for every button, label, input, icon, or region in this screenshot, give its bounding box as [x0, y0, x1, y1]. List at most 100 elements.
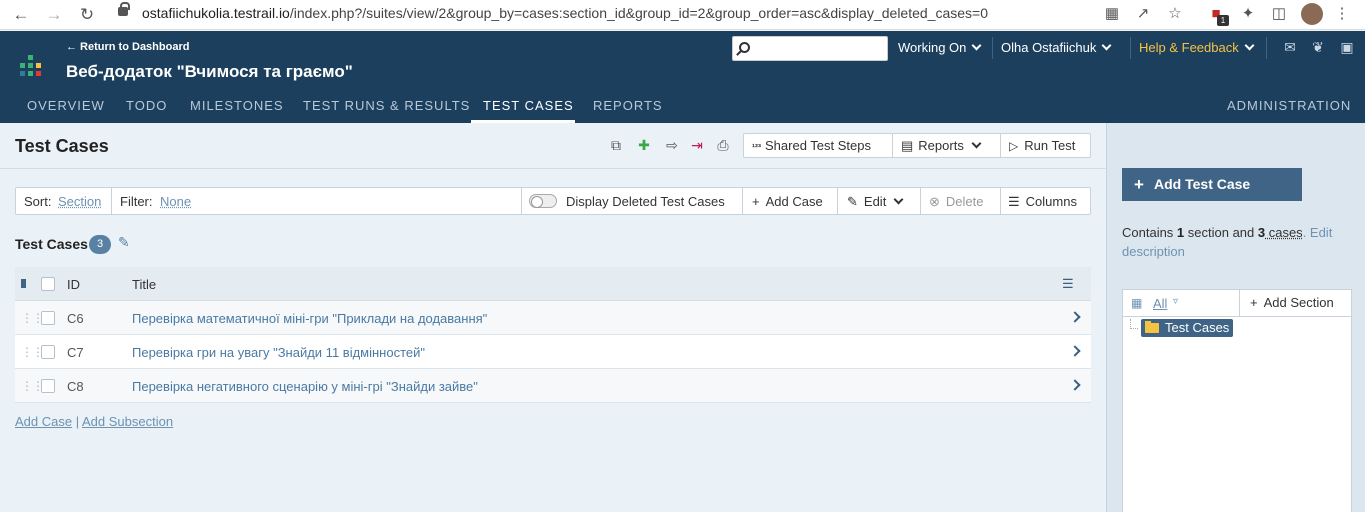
avatar[interactable] [1301, 3, 1323, 25]
mail-icon[interactable]: ✉ [1281, 39, 1299, 55]
add-test-case-button[interactable]: + Add Test Case [1122, 168, 1302, 201]
row-checkbox[interactable] [41, 345, 55, 359]
tab-overview[interactable]: OVERVIEW [27, 98, 105, 113]
return-to-dashboard-link[interactable]: ← Return to Dashboard [66, 41, 189, 53]
case-count-badge: 3 [89, 235, 111, 254]
plus-icon: + [1134, 175, 1144, 194]
filter-value-link[interactable]: None [160, 194, 191, 209]
table-header: ID Title ☰ [15, 267, 1091, 301]
columns-icon: ☰ [1008, 194, 1020, 209]
export-pink-icon[interactable]: ⇥ [688, 137, 706, 154]
tab-administration[interactable]: ADMINISTRATION [1227, 98, 1351, 113]
table-row[interactable]: ⋮⋮ C7 Перевірка гри на увагу "Знайди 11 … [15, 335, 1091, 369]
table-row[interactable]: ⋮⋮ C6 Перевірка математичної міні-гри "П… [15, 301, 1091, 335]
table-row[interactable]: ⋮⋮ C8 Перевірка негативного сценарію у м… [15, 369, 1091, 403]
drag-handle-icon[interactable]: ⋮⋮ [21, 311, 44, 325]
tree-folder-test-cases[interactable]: Test Cases [1141, 319, 1234, 337]
search-input[interactable] [732, 36, 888, 61]
case-title-link[interactable]: Перевірка гри на увагу "Знайди 11 відмін… [132, 345, 425, 360]
linkedin-icon[interactable]: ▣ [1338, 39, 1356, 55]
more-menu-icon[interactable]: ⋮ [1333, 5, 1351, 23]
testrail-logo-icon[interactable] [20, 55, 44, 79]
add-case-button[interactable]: + Add Case [752, 194, 823, 209]
sort-label: Sort: [24, 194, 52, 209]
tab-milestones[interactable]: MILESTONES [190, 98, 284, 113]
url-host: ostafiichukolia.testrail.io [142, 5, 290, 21]
add-section-label: Add Section [1263, 295, 1334, 310]
plus-icon: + [752, 194, 760, 209]
tree-filter-all[interactable]: All [1153, 296, 1167, 311]
working-on-label: Working On [898, 40, 967, 55]
columns-label: Columns [1025, 194, 1077, 209]
tab-todo[interactable]: TODO [126, 98, 167, 113]
delete-circle-icon: ⊗ [929, 194, 940, 209]
row-checkbox[interactable] [41, 379, 55, 393]
tab-reports[interactable]: REPORTS [593, 98, 663, 113]
play-circle-icon: ▷ [1009, 139, 1019, 153]
user-name-label: Olha Ostafiichuk [1001, 40, 1097, 55]
edit-section-pencil-icon[interactable]: ✎ [118, 234, 130, 251]
help-feedback-menu[interactable]: Help & Feedback [1139, 40, 1255, 55]
action-button-group: ¹²³ Shared Test Steps ▤ Reports ▷ Run Test [743, 133, 1091, 158]
add-section-button[interactable]: + Add Section [1250, 295, 1334, 310]
chevron-right-icon[interactable] [1069, 345, 1081, 357]
columns-button[interactable]: ☰ Columns [1008, 194, 1077, 210]
run-test-button[interactable]: ▷ Run Test [1001, 134, 1091, 157]
chevron-right-icon[interactable] [1069, 311, 1081, 323]
sort-value-link[interactable]: Section [58, 194, 101, 209]
bookmark-star-icon[interactable]: ☆ [1166, 5, 1184, 23]
display-deleted-toggle[interactable] [529, 194, 557, 208]
bottom-actions: Add Case | Add Subsection [15, 414, 173, 429]
section-tree: ▦ All ▿ + Add Section Test Cases [1122, 289, 1352, 512]
row-checkbox[interactable] [41, 311, 55, 325]
select-all-checkbox[interactable] [41, 277, 55, 291]
filter-label: Filter: [120, 194, 153, 209]
tab-test-runs[interactable]: TEST RUNS & RESULTS [303, 98, 470, 113]
delete-button[interactable]: ⊗ Delete [929, 194, 983, 210]
add-subsection-link[interactable]: Add Subsection [82, 414, 173, 429]
print-icon[interactable]: ⎙ [714, 137, 732, 154]
reload-icon[interactable]: ↻ [76, 4, 98, 26]
column-header-title[interactable]: Title [132, 277, 156, 292]
case-title-link[interactable]: Перевірка математичної міні-гри "Приклад… [132, 311, 487, 326]
share-icon[interactable]: ↗ [1134, 5, 1152, 23]
tab-test-cases[interactable]: TEST CASES [483, 98, 574, 113]
sidepanel-icon[interactable]: ◫ [1270, 5, 1288, 23]
case-toolbar: Sort: Section Filter: None Display Delet… [15, 187, 1091, 215]
edit-button[interactable]: ✎ Edit [847, 194, 904, 210]
plus-icon: + [1250, 295, 1258, 310]
url-path: /index.php?/suites/view/2&group_by=cases… [289, 5, 988, 21]
drag-handle-icon[interactable]: ⋮⋮ [21, 345, 44, 359]
add-case-link[interactable]: Add Case [15, 414, 72, 429]
import-icon[interactable]: ✚ [635, 137, 653, 154]
triangle-down-icon[interactable]: ▿ [1173, 296, 1178, 307]
case-id: C7 [67, 345, 84, 360]
address-bar[interactable]: ostafiichukolia.testrail.io/index.php?/s… [142, 5, 988, 21]
drag-handle-icon[interactable]: ⋮⋮ [21, 379, 44, 393]
back-arrow-icon[interactable]: ← [10, 4, 32, 26]
translate-icon[interactable]: ▦ [1103, 5, 1121, 23]
chevron-right-icon[interactable] [1069, 379, 1081, 391]
reports-button[interactable]: ▤ Reports [893, 134, 999, 157]
sections-word: section and [1184, 225, 1258, 240]
twitter-icon[interactable]: ❦ [1309, 39, 1327, 55]
user-menu[interactable]: Olha Ostafiichuk [1001, 40, 1112, 55]
forward-arrow-icon[interactable]: → [43, 4, 65, 26]
column-header-id[interactable]: ID [67, 277, 80, 292]
case-id: C8 [67, 379, 84, 394]
case-id: C6 [67, 311, 84, 326]
working-on-menu[interactable]: Working On [898, 40, 982, 55]
column-settings-icon[interactable]: ☰ [1062, 276, 1074, 292]
export-icon[interactable]: ⇨ [663, 137, 681, 154]
run-test-label: Run Test [1024, 138, 1076, 153]
copy-icon[interactable]: ⧉ [607, 137, 625, 154]
add-case-label: Add Case [765, 194, 823, 209]
case-title-link[interactable]: Перевірка негативного сценарію у міні-гр… [132, 379, 478, 394]
shared-test-steps-button[interactable]: ¹²³ Shared Test Steps [744, 134, 892, 157]
search-icon [739, 42, 750, 53]
puzzle-icon[interactable]: ✦ [1239, 5, 1257, 23]
header-divider [1266, 37, 1267, 59]
app-header: ← Return to Dashboard Веб-додаток "Вчимо… [0, 31, 1365, 123]
reports-label: Reports [918, 138, 964, 153]
extension-badge: 1 [1217, 15, 1229, 26]
